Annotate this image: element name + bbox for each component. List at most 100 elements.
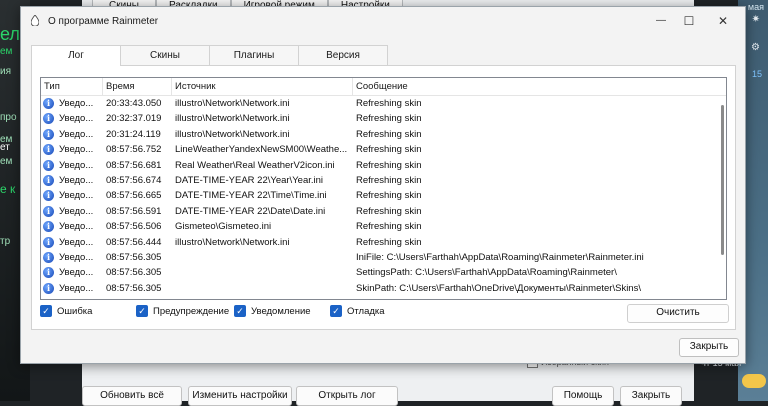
- log-cell-source: illustro\Network\Network.ini: [175, 113, 290, 125]
- log-cell-time: 20:33:43.050: [106, 98, 162, 109]
- filter-debug[interactable]: ✓ Отладка: [330, 304, 385, 318]
- log-row[interactable]: i Уведо... 08:57:56.305 SettingsPath: C:\Us…: [41, 265, 719, 280]
- filter-error[interactable]: ✓ Ошибка: [40, 304, 92, 318]
- log-list[interactable]: Тип Время Источник Сообщение i Уведо... 20…: [40, 77, 727, 300]
- bell-icon: ✷: [751, 14, 760, 25]
- log-cell-time: 08:57:56.305: [106, 282, 162, 294]
- info-icon: i: [43, 98, 54, 109]
- log-cell-time: 08:57:56.752: [106, 144, 162, 156]
- edit-settings-button[interactable]: Изменить настройки: [188, 386, 292, 406]
- dialog-title: О программе Rainmeter: [48, 16, 159, 27]
- filter-warning-label: Предупреждение: [153, 305, 230, 317]
- log-row[interactable]: i Уведо... 08:57:56.752 LineWeatherYandexNe…: [41, 142, 719, 157]
- main-close-button[interactable]: Закрыть: [620, 386, 682, 406]
- log-cell-message: Refreshing skin: [356, 113, 422, 125]
- dialog-tabs: Лог Скины Плагины Версия: [31, 45, 388, 66]
- log-cell-time: 08:57:56.591: [106, 205, 162, 217]
- filter-debug-checkbox[interactable]: ✓: [330, 305, 342, 317]
- dialog-titlebar[interactable]: О программе Rainmeter — ☐ ✕: [21, 7, 745, 35]
- log-rows: i Уведо... 20:33:43.050 illustro\Network\Ne…: [41, 96, 719, 296]
- column-header-source[interactable]: Источник: [172, 78, 353, 95]
- log-cell-message: Refreshing skin: [356, 159, 422, 171]
- log-cell-type: Уведо...: [59, 190, 94, 202]
- log-cell-source: Gismeteo\Gismeteo.ini: [175, 221, 272, 233]
- log-cell-type: Уведо...: [59, 205, 94, 217]
- log-cell-type: Уведо...: [59, 113, 94, 125]
- log-cell-type: Уведо...: [59, 144, 94, 156]
- column-header-message[interactable]: Сообщение: [353, 78, 726, 95]
- log-tab-panel: Тип Время Источник Сообщение i Уведо... 20…: [31, 65, 736, 330]
- info-icon: i: [43, 159, 54, 171]
- info-icon: i: [43, 251, 54, 263]
- main-window-buttons: Обновить всё Изменить настройки Открыть …: [82, 380, 694, 406]
- log-row[interactable]: i Уведо... 20:32:37.019 illustro\Network\Ne…: [41, 111, 719, 126]
- info-icon: i: [43, 282, 54, 294]
- filter-notice-checkbox[interactable]: ✓: [234, 305, 246, 317]
- tab-version[interactable]: Версия: [298, 45, 388, 65]
- help-button[interactable]: Помощь: [552, 386, 614, 406]
- desktop-date: мая: [747, 2, 764, 12]
- log-row[interactable]: i Уведо... 08:57:56.305 IniFile: C:\Users\F…: [41, 250, 719, 265]
- column-header-time[interactable]: Время: [103, 78, 172, 95]
- info-icon: i: [43, 128, 54, 140]
- column-header-type[interactable]: Тип: [41, 78, 103, 95]
- log-row[interactable]: i Уведо... 08:57:56.591 DATE-TIME-YEAR 22\D…: [41, 204, 719, 219]
- info-icon: i: [43, 221, 54, 233]
- log-cell-type: Уведо...: [59, 128, 94, 140]
- log-cell-time: 08:57:56.444: [106, 236, 162, 248]
- log-row[interactable]: i Уведо... 08:57:56.674 DATE-TIME-YEAR 22\Y…: [41, 173, 719, 188]
- dialog-close-button[interactable]: Закрыть: [679, 338, 739, 357]
- log-cell-source: illustro\Network\Network.ini: [175, 236, 290, 248]
- log-row[interactable]: i Уведо... 08:57:56.444 illustro\Network\Ne…: [41, 235, 719, 250]
- log-row[interactable]: i Уведо... 20:33:43.050 illustro\Network\Ne…: [41, 96, 719, 111]
- log-cell-source: illustro\Network\Network.ini: [175, 128, 290, 140]
- log-row[interactable]: i Уведо... 08:57:56.305 SkinPath: C:\Users\…: [41, 281, 719, 296]
- tab-log[interactable]: Лог: [31, 45, 121, 66]
- log-cell-source: [175, 281, 351, 296]
- filter-warning[interactable]: ✓ Предупреждение: [136, 304, 229, 318]
- about-dialog: О программе Rainmeter — ☐ ✕ Лог Скины Пл…: [20, 6, 746, 364]
- close-button[interactable]: ✕: [701, 7, 745, 35]
- log-cell-time: 08:57:56.305: [106, 267, 162, 279]
- log-cell-message: Refreshing skin: [356, 190, 422, 202]
- settings-icon: ⚙: [751, 42, 760, 53]
- log-filters: ✓ Ошибка ✓ Предупреждение ✓ Уведомление …: [40, 302, 640, 318]
- log-scrollbar[interactable]: [719, 96, 726, 298]
- desktop-left-text: тр: [0, 236, 11, 247]
- desktop-left-text: ел: [0, 24, 20, 44]
- log-cell-source: DATE-TIME-YEAR 22\Date\Date.ini: [175, 205, 326, 217]
- log-cell-source: [175, 265, 351, 280]
- filter-warning-checkbox[interactable]: ✓: [136, 305, 148, 317]
- log-cell-type: Уведо...: [59, 159, 94, 171]
- log-cell-source: LineWeatherYandexNewSM00\Weathe...: [175, 144, 348, 156]
- rainmeter-drop-icon: [31, 15, 39, 26]
- clear-log-button[interactable]: Очистить: [627, 304, 729, 323]
- desktop-day: 15: [751, 69, 762, 79]
- log-cell-time: 08:57:56.506: [106, 221, 162, 233]
- log-cell-type: Уведо...: [59, 236, 94, 248]
- desktop-left-text: ия: [0, 66, 12, 77]
- refresh-all-button[interactable]: Обновить всё: [82, 386, 182, 406]
- filter-notice-label: Уведомление: [251, 305, 311, 317]
- tab-skins[interactable]: Скины: [120, 45, 210, 65]
- log-row[interactable]: i Уведо... 20:31:24.119 illustro\Network\Ne…: [41, 127, 719, 142]
- log-row[interactable]: i Уведо... 08:57:56.506 Gismeteo\Gismeteo.i…: [41, 219, 719, 234]
- filter-notice[interactable]: ✓ Уведомление: [234, 304, 311, 318]
- tab-plugins[interactable]: Плагины: [209, 45, 299, 65]
- weather-sun-icon: [742, 374, 766, 388]
- open-log-button[interactable]: Открыть лог: [296, 386, 398, 406]
- log-scrollbar-thumb[interactable]: [721, 105, 724, 255]
- filter-error-checkbox[interactable]: ✓: [40, 305, 52, 317]
- log-row[interactable]: i Уведо... 08:57:56.665 DATE-TIME-YEAR 22\T…: [41, 188, 719, 203]
- log-cell-message: Refreshing skin: [356, 128, 422, 140]
- log-cell-source: DATE-TIME-YEAR 22\Time\Time.ini: [175, 190, 327, 202]
- log-row[interactable]: i Уведо... 08:57:56.681 Real Weather\Real W…: [41, 158, 719, 173]
- info-icon: i: [43, 174, 54, 186]
- filter-error-label: Ошибка: [57, 305, 93, 317]
- desktop-left-text: ем: [0, 156, 13, 167]
- info-icon: i: [43, 144, 54, 156]
- log-cell-source: [175, 250, 351, 265]
- log-cell-message: Refreshing skin: [356, 221, 422, 233]
- log-cell-type: Уведо...: [59, 174, 94, 186]
- log-cell-message: Refreshing skin: [356, 98, 422, 109]
